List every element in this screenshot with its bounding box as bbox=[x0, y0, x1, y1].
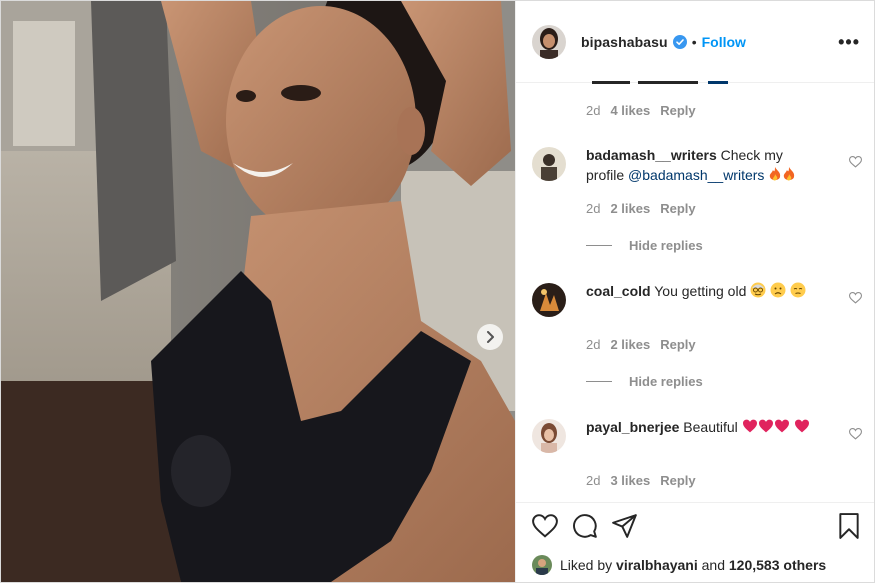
heart-icon bbox=[774, 418, 790, 438]
next-photo-button[interactable] bbox=[477, 324, 503, 350]
hide-replies-label: Hide replies bbox=[629, 238, 703, 253]
post-side-panel: bipashabasu • Follow ••• 2d 4 likes Repl… bbox=[515, 1, 874, 582]
commenter-username[interactable]: coal_cold bbox=[586, 283, 651, 299]
heart-icon bbox=[742, 418, 758, 438]
liked-by-prefix: Liked by bbox=[560, 557, 613, 573]
comment-likes[interactable]: 4 likes bbox=[610, 103, 650, 118]
comment-time: 2d bbox=[586, 103, 601, 118]
reply-button[interactable]: Reply bbox=[660, 337, 695, 352]
heart-icon bbox=[758, 418, 774, 438]
comment-meta: 2d 3 likes Reply bbox=[586, 473, 696, 488]
reply-button[interactable]: Reply bbox=[660, 201, 695, 216]
commenter-avatar[interactable] bbox=[532, 147, 566, 181]
list-item: badamash__writers Check my profile @bada… bbox=[532, 145, 863, 187]
share-paper-plane-icon[interactable] bbox=[612, 513, 638, 538]
fire-icon bbox=[768, 166, 782, 187]
heart-icon bbox=[794, 418, 810, 438]
list-item: payal_bnerjee Beautiful bbox=[532, 417, 863, 453]
sad-face-icon bbox=[770, 282, 786, 303]
comments-list[interactable]: 2d 4 likes Reply badamash__writers Check… bbox=[516, 83, 874, 502]
author-avatar[interactable] bbox=[532, 24, 566, 59]
author-username[interactable]: bipashabasu bbox=[581, 34, 668, 50]
comment-meta-previous: 2d 4 likes Reply bbox=[586, 103, 696, 118]
instagram-post-window: bipashabasu • Follow ••• 2d 4 likes Repl… bbox=[0, 0, 875, 583]
commenter-avatar[interactable] bbox=[532, 283, 566, 317]
comment-bubble-icon[interactable] bbox=[572, 513, 598, 539]
save-bookmark-icon[interactable] bbox=[838, 512, 860, 539]
replies-divider-line bbox=[586, 245, 612, 246]
reply-button[interactable]: Reply bbox=[660, 103, 695, 118]
like-heart-icon[interactable] bbox=[532, 513, 558, 538]
hide-replies-label: Hide replies bbox=[629, 374, 703, 389]
likes-count[interactable]: 120,583 others bbox=[729, 557, 826, 573]
comment-likes[interactable]: 2 likes bbox=[610, 201, 650, 216]
commenter-username[interactable]: badamash__writers bbox=[586, 147, 717, 163]
comment-text: Beautiful bbox=[683, 419, 738, 435]
liker-username[interactable]: viralbhayani bbox=[616, 557, 698, 573]
comment-time: 2d bbox=[586, 337, 601, 352]
post-actions-bar bbox=[516, 502, 874, 548]
comment-likes[interactable]: 2 likes bbox=[610, 337, 650, 352]
older-face-icon bbox=[750, 282, 766, 303]
selfie-image bbox=[1, 1, 515, 582]
reply-button[interactable]: Reply bbox=[660, 473, 695, 488]
liker-avatar[interactable] bbox=[532, 555, 552, 575]
comment-mention-link[interactable]: @badamash__writers bbox=[628, 167, 764, 183]
more-options-button[interactable]: ••• bbox=[838, 33, 860, 51]
like-comment-heart-icon[interactable] bbox=[848, 427, 863, 445]
chevron-right-icon bbox=[487, 331, 494, 343]
neutral-face-icon bbox=[790, 282, 806, 303]
commenter-avatar[interactable] bbox=[532, 419, 566, 453]
likes-summary: Liked by viralbhayani and 120,583 others bbox=[516, 548, 874, 582]
comment-time: 2d bbox=[586, 473, 601, 488]
verified-badge-icon bbox=[672, 34, 687, 49]
liked-by-joiner: and bbox=[701, 557, 725, 573]
list-item: coal_cold You getting old bbox=[532, 281, 863, 317]
fire-icon bbox=[782, 166, 796, 187]
like-comment-heart-icon[interactable] bbox=[848, 155, 863, 173]
comment-likes[interactable]: 3 likes bbox=[610, 473, 650, 488]
comment-meta: 2d 2 likes Reply bbox=[586, 337, 696, 352]
header-separator: • bbox=[691, 33, 697, 50]
hide-replies-button[interactable]: Hide replies bbox=[586, 238, 703, 253]
like-comment-heart-icon[interactable] bbox=[848, 291, 863, 309]
replies-divider-line bbox=[586, 381, 612, 382]
comment-meta: 2d 2 likes Reply bbox=[586, 201, 696, 216]
post-photo[interactable] bbox=[1, 1, 515, 582]
comment-text: You getting old bbox=[654, 283, 747, 299]
follow-button[interactable]: Follow bbox=[702, 34, 746, 50]
commenter-username[interactable]: payal_bnerjee bbox=[586, 419, 679, 435]
hide-replies-button[interactable]: Hide replies bbox=[586, 374, 703, 389]
comment-time: 2d bbox=[586, 201, 601, 216]
post-header: bipashabasu • Follow ••• bbox=[516, 1, 874, 84]
